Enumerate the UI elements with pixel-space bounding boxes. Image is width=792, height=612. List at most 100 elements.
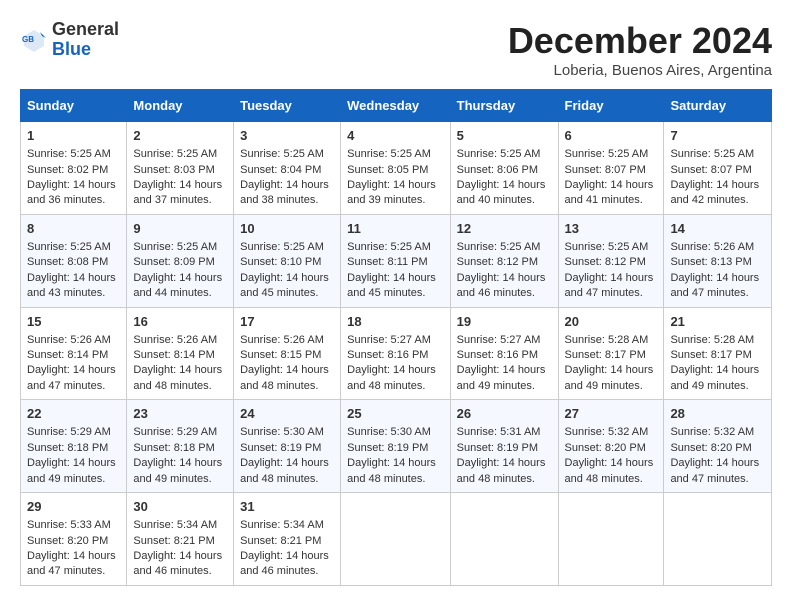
sunrise-text: Sunrise: 5:27 AM <box>457 334 541 346</box>
table-row: 20Sunrise: 5:28 AMSunset: 8:17 PMDayligh… <box>558 307 664 400</box>
day-number: 13 <box>565 220 658 238</box>
table-row <box>558 493 664 586</box>
daylight-text: Daylight: 14 hours and 38 minutes. <box>240 179 329 206</box>
sunrise-text: Sunrise: 5:27 AM <box>347 334 431 346</box>
sunset-text: Sunset: 8:19 PM <box>457 442 538 454</box>
header-sunday: Sunday <box>21 90 127 122</box>
table-row <box>341 493 451 586</box>
sunrise-text: Sunrise: 5:26 AM <box>240 334 324 346</box>
sunset-text: Sunset: 8:16 PM <box>457 349 538 361</box>
daylight-text: Daylight: 14 hours and 49 minutes. <box>670 364 759 391</box>
page-header: GB General Blue December 2024 Loberia, B… <box>20 20 772 79</box>
sunset-text: Sunset: 8:13 PM <box>670 256 751 268</box>
sunset-text: Sunset: 8:20 PM <box>27 535 108 547</box>
sunrise-text: Sunrise: 5:25 AM <box>670 148 754 160</box>
daylight-text: Daylight: 14 hours and 40 minutes. <box>457 179 546 206</box>
daylight-text: Daylight: 14 hours and 47 minutes. <box>670 272 759 299</box>
daylight-text: Daylight: 14 hours and 39 minutes. <box>347 179 436 206</box>
day-number: 15 <box>27 313 120 331</box>
day-number: 8 <box>27 220 120 238</box>
daylight-text: Daylight: 14 hours and 46 minutes. <box>457 272 546 299</box>
table-row: 13Sunrise: 5:25 AMSunset: 8:12 PMDayligh… <box>558 214 664 307</box>
sunset-text: Sunset: 8:14 PM <box>133 349 214 361</box>
daylight-text: Daylight: 14 hours and 48 minutes. <box>133 364 222 391</box>
day-number: 11 <box>347 220 444 238</box>
table-row: 4Sunrise: 5:25 AMSunset: 8:05 PMDaylight… <box>341 122 451 215</box>
day-number: 31 <box>240 498 334 516</box>
sunset-text: Sunset: 8:10 PM <box>240 256 321 268</box>
table-row: 14Sunrise: 5:26 AMSunset: 8:13 PMDayligh… <box>664 214 772 307</box>
sunrise-text: Sunrise: 5:25 AM <box>240 148 324 160</box>
table-row: 24Sunrise: 5:30 AMSunset: 8:19 PMDayligh… <box>234 400 341 493</box>
sunrise-text: Sunrise: 5:25 AM <box>565 241 649 253</box>
daylight-text: Daylight: 14 hours and 41 minutes. <box>565 179 654 206</box>
table-row: 22Sunrise: 5:29 AMSunset: 8:18 PMDayligh… <box>21 400 127 493</box>
sunrise-text: Sunrise: 5:29 AM <box>133 426 217 438</box>
calendar-week-row: 15 Sunrise: 5:26 AM Sunset: 8:14 PM Dayligh… <box>21 307 772 400</box>
daylight-text: Daylight: 14 hours and 43 minutes. <box>27 272 116 299</box>
day-number: 2 <box>133 127 227 145</box>
daylight-text: Daylight: 14 hours and 47 minutes. <box>27 550 116 577</box>
sunrise-text: Sunrise: 5:25 AM <box>457 241 541 253</box>
day-number: 21 <box>670 313 765 331</box>
day-number: 19 <box>457 313 552 331</box>
table-row: 18Sunrise: 5:27 AMSunset: 8:16 PMDayligh… <box>341 307 451 400</box>
table-row: 26Sunrise: 5:31 AMSunset: 8:19 PMDayligh… <box>450 400 558 493</box>
day-number: 17 <box>240 313 334 331</box>
sunrise-text: Sunrise: 5:25 AM <box>565 148 649 160</box>
daylight-text: Daylight: 14 hours and 48 minutes. <box>347 457 436 484</box>
sunset-text: Sunset: 8:21 PM <box>133 535 214 547</box>
table-row: 15Sunrise: 5:26 AMSunset: 8:14 PMDayligh… <box>21 307 127 400</box>
table-row: 5Sunrise: 5:25 AMSunset: 8:06 PMDaylight… <box>450 122 558 215</box>
sunset-text: Sunset: 8:05 PM <box>347 164 428 176</box>
sunset-text: Sunset: 8:18 PM <box>27 442 108 454</box>
day-number: 29 <box>27 498 120 516</box>
sunset-text: Sunset: 8:11 PM <box>347 256 428 268</box>
sunrise-text: Sunrise: 5:25 AM <box>27 148 111 160</box>
table-row: 16Sunrise: 5:26 AMSunset: 8:14 PMDayligh… <box>127 307 234 400</box>
sunset-text: Sunset: 8:12 PM <box>457 256 538 268</box>
calendar-week-row: 22Sunrise: 5:29 AMSunset: 8:18 PMDayligh… <box>21 400 772 493</box>
daylight-text: Daylight: 14 hours and 48 minutes. <box>457 457 546 484</box>
sunrise-text: Sunrise: 5:25 AM <box>457 148 541 160</box>
table-row: 21Sunrise: 5:28 AMSunset: 8:17 PMDayligh… <box>664 307 772 400</box>
calendar-week-row: 8Sunrise: 5:25 AMSunset: 8:08 PMDaylight… <box>21 214 772 307</box>
daylight-text: Daylight: 14 hours and 47 minutes. <box>565 272 654 299</box>
table-row: 30Sunrise: 5:34 AMSunset: 8:21 PMDayligh… <box>127 493 234 586</box>
logo-general-text: General <box>52 20 119 40</box>
table-row: 29 Sunrise: 5:33 AM Sunset: 8:20 PM Dayligh… <box>21 493 127 586</box>
sunrise-text: Sunrise: 5:26 AM <box>670 241 754 253</box>
daylight-text: Daylight: 14 hours and 46 minutes. <box>133 550 222 577</box>
daylight-text: Daylight: 14 hours and 36 minutes. <box>27 179 116 206</box>
sunrise-text: Sunrise: 5:31 AM <box>457 426 541 438</box>
day-number: 3 <box>240 127 334 145</box>
header-saturday: Saturday <box>664 90 772 122</box>
sunset-text: Sunset: 8:20 PM <box>670 442 751 454</box>
table-row <box>450 493 558 586</box>
sunrise-text: Sunrise: 5:30 AM <box>240 426 324 438</box>
table-row: 27Sunrise: 5:32 AMSunset: 8:20 PMDayligh… <box>558 400 664 493</box>
sunrise-text: Sunrise: 5:25 AM <box>347 241 431 253</box>
day-number: 4 <box>347 127 444 145</box>
daylight-text: Daylight: 14 hours and 49 minutes. <box>457 364 546 391</box>
calendar-table: Sunday Monday Tuesday Wednesday Thursday… <box>20 89 772 586</box>
day-number: 28 <box>670 405 765 423</box>
sunset-text: Sunset: 8:15 PM <box>240 349 321 361</box>
location-subtitle: Loberia, Buenos Aires, Argentina <box>508 62 772 79</box>
logo-blue-text: Blue <box>52 39 91 59</box>
sunrise-text: Sunrise: 5:25 AM <box>27 241 111 253</box>
daylight-text: Daylight: 14 hours and 48 minutes. <box>240 364 329 391</box>
sunset-text: Sunset: 8:07 PM <box>670 164 751 176</box>
svg-text:GB: GB <box>22 35 34 44</box>
sunset-text: Sunset: 8:04 PM <box>240 164 321 176</box>
header-friday: Friday <box>558 90 664 122</box>
daylight-text: Daylight: 14 hours and 37 minutes. <box>133 179 222 206</box>
day-number: 27 <box>565 405 658 423</box>
sunrise-text: Sunrise: 5:33 AM <box>27 519 111 531</box>
sunset-text: Sunset: 8:07 PM <box>565 164 646 176</box>
header-monday: Monday <box>127 90 234 122</box>
table-row: 7Sunrise: 5:25 AMSunset: 8:07 PMDaylight… <box>664 122 772 215</box>
sunset-text: Sunset: 8:14 PM <box>27 349 108 361</box>
title-block: December 2024 Loberia, Buenos Aires, Arg… <box>508 20 772 79</box>
sunset-text: Sunset: 8:19 PM <box>240 442 321 454</box>
